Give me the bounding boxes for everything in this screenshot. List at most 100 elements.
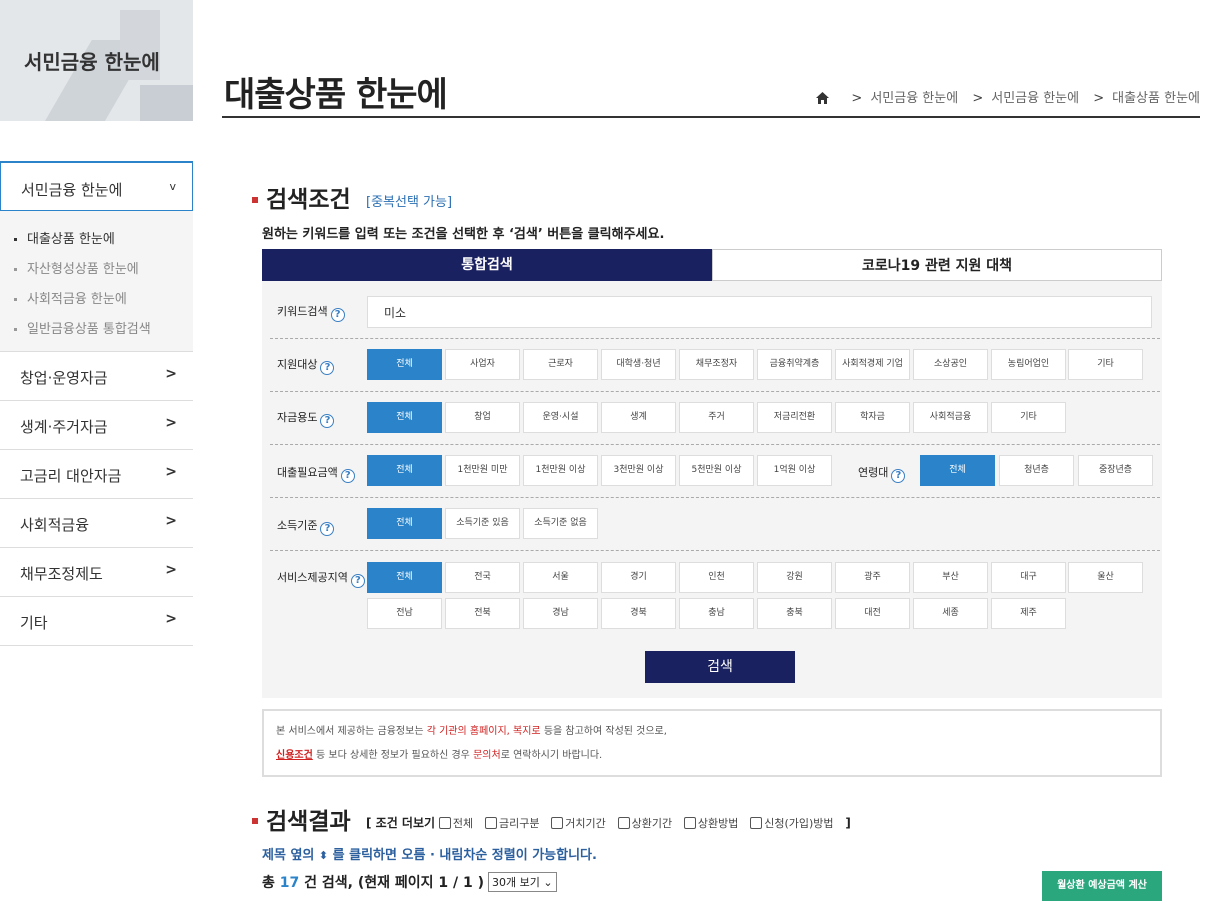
sidebar-item-startup[interactable]: 창업·운영자금 > — [0, 352, 193, 401]
use-option[interactable]: 사회적금융 — [913, 402, 988, 433]
search-tabs: 통합검색 코로나19 관련 지원 대책 — [262, 249, 1162, 281]
breadcrumb-item[interactable]: 서민금융 한눈에 — [870, 91, 958, 106]
region-option[interactable]: 인천 — [679, 562, 754, 593]
monthly-repayment-calc-button[interactable]: 월상환 예상금액 계산 — [1042, 871, 1162, 901]
age-label: 연령대? — [858, 464, 906, 483]
income-option[interactable]: 전체 — [367, 508, 442, 539]
help-icon[interactable]: ? — [320, 361, 335, 375]
region-option[interactable]: 경남 — [523, 598, 598, 629]
search-section-title: 검색조건 — [266, 187, 351, 213]
contact-link[interactable]: 문의처 — [473, 750, 501, 761]
region-option[interactable]: 경기 — [601, 562, 676, 593]
region-option[interactable]: 충남 — [679, 598, 754, 629]
income-option[interactable]: 소득기준 있음 — [445, 508, 520, 539]
help-icon[interactable]: ? — [320, 522, 335, 536]
target-option[interactable]: 금융취약계층 — [757, 349, 832, 380]
checkbox-icon — [750, 817, 763, 829]
help-icon[interactable]: ? — [340, 469, 355, 483]
region-option[interactable]: 서울 — [523, 562, 598, 593]
use-option[interactable]: 운영·시설 — [523, 402, 598, 433]
target-option[interactable]: 소상공인 — [913, 349, 988, 380]
sidebar-subitem-social[interactable]: 사회적금융 한눈에 — [14, 288, 127, 307]
use-option[interactable]: 창업 — [445, 402, 520, 433]
sidebar-subitem-loan[interactable]: 대출상품 한눈에 — [14, 228, 115, 247]
breadcrumb-item[interactable]: 대출상품 한눈에 — [1112, 91, 1200, 106]
region-option[interactable]: 충북 — [757, 598, 832, 629]
region-option[interactable]: 전남 — [367, 598, 442, 629]
region-option[interactable]: 경북 — [601, 598, 676, 629]
age-option[interactable]: 청년층 — [999, 455, 1074, 486]
target-option[interactable]: 기타 — [1068, 349, 1143, 380]
use-option[interactable]: 저금리전환 — [757, 402, 832, 433]
row-divider — [270, 444, 1160, 445]
chevron-right-icon: > — [165, 611, 177, 627]
use-option[interactable]: 전체 — [367, 402, 442, 433]
sidebar-subitem-general[interactable]: 일반금융상품 통합검색 — [14, 318, 151, 337]
region-option[interactable]: 울산 — [1068, 562, 1143, 593]
target-option[interactable]: 대학생·청년 — [601, 349, 676, 380]
use-option[interactable]: 주거 — [679, 402, 754, 433]
target-option[interactable]: 농림어업인 — [991, 349, 1066, 380]
help-icon[interactable]: ? — [320, 414, 335, 428]
sidebar-item-high-interest[interactable]: 고금리 대안자금 > — [0, 450, 193, 499]
breadcrumb: > 서민금융 한눈에 > 서민금융 한눈에 > 대출상품 한눈에 — [816, 87, 1200, 108]
tab-covid-support[interactable]: 코로나19 관련 지원 대책 — [712, 249, 1162, 281]
sidebar-active-menu[interactable]: 서민금융 한눈에 v — [0, 161, 193, 211]
target-option[interactable]: 근로자 — [523, 349, 598, 380]
cond-checkbox-grace[interactable]: 거치기간 — [551, 817, 606, 830]
cond-checkbox-apply[interactable]: 신청(가입)방법 — [750, 817, 834, 830]
target-label: 지원대상? — [277, 356, 335, 375]
cond-checkbox-all[interactable]: 전체 — [438, 817, 473, 830]
amount-option[interactable]: 1억원 이상 — [757, 455, 832, 486]
region-option[interactable]: 대전 — [835, 598, 910, 629]
region-option[interactable]: 광주 — [835, 562, 910, 593]
cond-checkbox-method[interactable]: 상환방법 — [683, 817, 738, 830]
per-page-select[interactable]: 30개 보기 ⌄ — [488, 872, 557, 892]
notice-line-1: 본 서비스에서 제공하는 금융정보는 각 기관의 홈페이지, 복지로 등을 참고… — [276, 726, 667, 737]
age-option[interactable]: 전체 — [920, 455, 995, 486]
target-option[interactable]: 사업자 — [445, 349, 520, 380]
target-option[interactable]: 채무조정자 — [679, 349, 754, 380]
amount-option[interactable]: 1천만원 이상 — [523, 455, 598, 486]
amount-label: 대출필요금액? — [277, 464, 355, 483]
sidebar-item-living[interactable]: 생계·주거자금 > — [0, 401, 193, 450]
use-option[interactable]: 생계 — [601, 402, 676, 433]
use-option[interactable]: 기타 — [991, 402, 1066, 433]
region-option[interactable]: 제주 — [991, 598, 1066, 629]
breadcrumb-item[interactable]: 서민금융 한눈에 — [991, 91, 1079, 106]
help-icon[interactable]: ? — [350, 574, 365, 588]
amount-option[interactable]: 5천만원 이상 — [679, 455, 754, 486]
income-option[interactable]: 소득기준 없음 — [523, 508, 598, 539]
search-button[interactable]: 검색 — [645, 651, 795, 683]
sidebar-subitem-asset[interactable]: 자산형성상품 한눈에 — [14, 258, 139, 277]
notice-box: 본 서비스에서 제공하는 금융정보는 각 기관의 홈페이지, 복지로 등을 참고… — [262, 709, 1162, 777]
tab-integrated-search[interactable]: 통합검색 — [262, 249, 712, 281]
age-option[interactable]: 중장년층 — [1078, 455, 1153, 486]
sidebar-item-debt[interactable]: 채무조정제도 > — [0, 548, 193, 597]
home-icon[interactable] — [816, 92, 830, 108]
target-option[interactable]: 사회적경제 기업 — [835, 349, 910, 380]
sidebar-active-label: 서민금융 한눈에 — [21, 181, 123, 199]
sidebar-item-etc[interactable]: 기타 > — [0, 597, 193, 646]
use-option[interactable]: 학자금 — [835, 402, 910, 433]
region-option[interactable]: 전국 — [445, 562, 520, 593]
region-option[interactable]: 부산 — [913, 562, 988, 593]
region-option[interactable]: 강원 — [757, 562, 832, 593]
region-option[interactable]: 전북 — [445, 598, 520, 629]
target-option[interactable]: 전체 — [367, 349, 442, 380]
region-option[interactable]: 세종 — [913, 598, 988, 629]
amount-option[interactable]: 전체 — [367, 455, 442, 486]
amount-option[interactable]: 3천만원 이상 — [601, 455, 676, 486]
sidebar-title: 서민금융 한눈에 — [24, 50, 160, 74]
notice-line-2: 신용조건 등 보다 상세한 정보가 필요하신 경우 문의처로 연락하시기 바랍니… — [276, 750, 603, 761]
region-option[interactable]: 대구 — [991, 562, 1066, 593]
region-option[interactable]: 전체 — [367, 562, 442, 593]
amount-option[interactable]: 1천만원 미만 — [445, 455, 520, 486]
keyword-input[interactable] — [367, 296, 1152, 328]
cond-checkbox-term[interactable]: 상환기간 — [617, 817, 672, 830]
help-icon[interactable]: ? — [330, 308, 345, 322]
sidebar-item-social-finance[interactable]: 사회적금융 > — [0, 499, 193, 548]
help-icon[interactable]: ? — [891, 469, 906, 483]
cond-checkbox-rate[interactable]: 금리구분 — [484, 817, 539, 830]
credit-condition-link[interactable]: 신용조건 — [276, 750, 313, 761]
